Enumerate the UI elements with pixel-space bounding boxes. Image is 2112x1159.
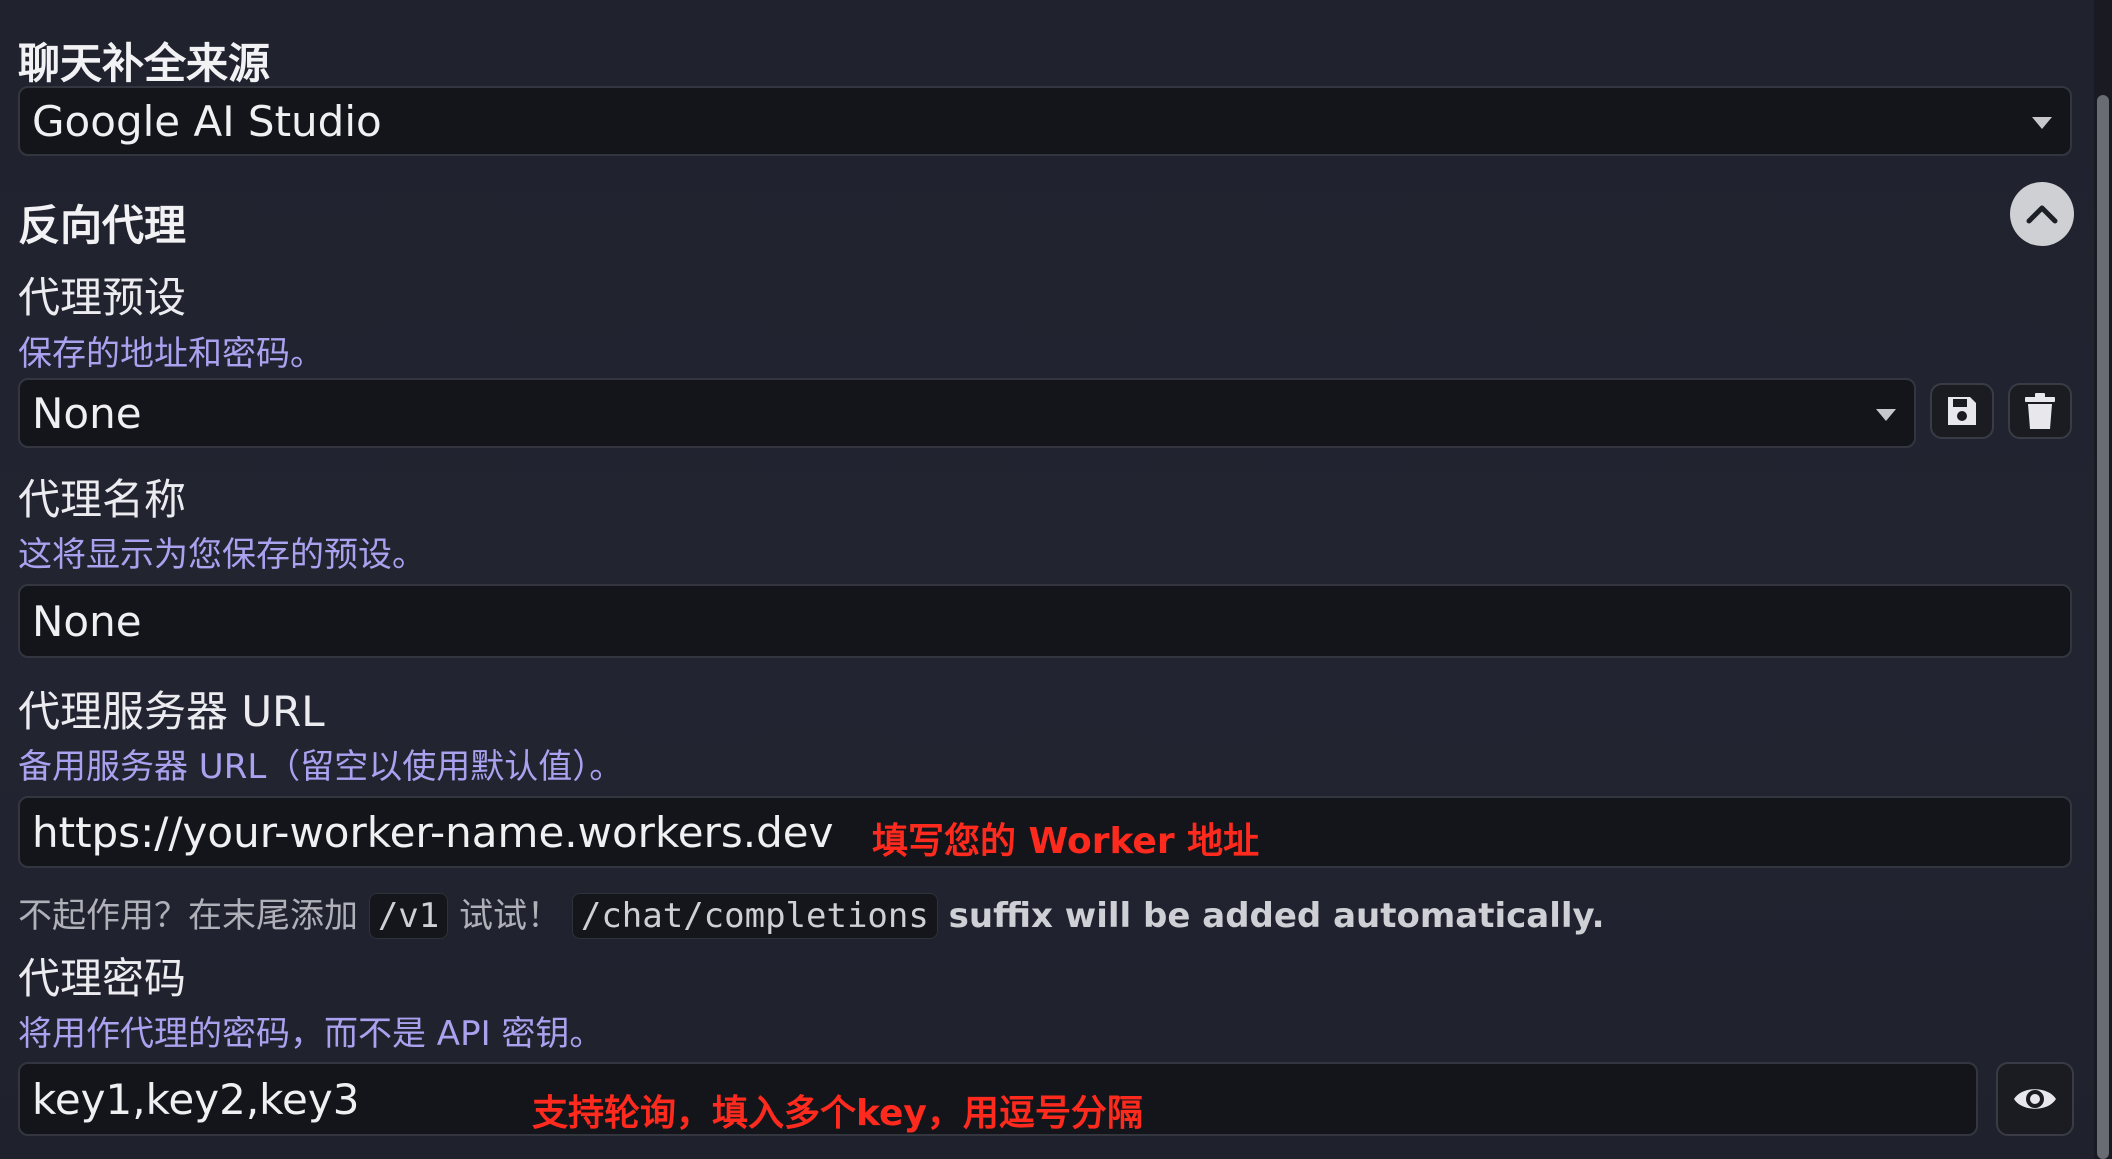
proxy-name-hint: 这将显示为您保存的预设。 [18,535,426,575]
settings-panel: 聊天补全来源 Google AI Studio 反向代理 代理预设 保存的地址和… [0,0,2094,1159]
chevron-up-icon [2026,205,2058,224]
chat-source-select[interactable]: Google AI Studio [18,86,2072,156]
reveal-password-button[interactable] [1996,1062,2074,1136]
trash-icon [2025,393,2055,429]
reverse-proxy-title: 反向代理 [18,201,187,250]
url-note-code-v1: /v1 [368,893,449,939]
proxy-password-label: 代理密码 [18,954,187,1003]
scrollbar-thumb[interactable] [2097,95,2109,1159]
save-preset-button[interactable] [1930,383,1994,439]
proxy-name-value: None [32,596,142,646]
proxy-password-value: key1,key2,key3 [32,1074,360,1124]
delete-preset-button[interactable] [2008,383,2072,439]
chat-source-title: 聊天补全来源 [18,39,271,88]
proxy-url-annotation: 填写您的 Worker 地址 [872,821,1260,862]
proxy-url-value: https://your-worker-name.workers.dev [32,807,834,857]
url-note-code-completions: /chat/completions [571,893,938,939]
proxy-url-label: 代理服务器 URL [18,687,325,736]
url-note-middle: 试试！ [459,896,562,936]
url-note-prefix: 不起作用？在末尾添加 [18,896,358,936]
proxy-name-input[interactable]: None [18,584,2072,658]
proxy-preset-selected: None [32,388,142,438]
proxy-url-note: 不起作用？在末尾添加 /v1 试试！ /chat/completions suf… [18,888,1605,939]
url-note-suffix: suffix will be added automatically. [948,896,1605,936]
floppy-disk-icon [1948,397,1976,425]
chevron-down-icon [2032,117,2052,129]
proxy-preset-select[interactable]: None [18,378,1916,448]
proxy-password-annotation: 支持轮询，填入多个key，用逗号分隔 [532,1093,1143,1134]
chevron-down-icon [1876,409,1896,421]
chat-source-selected: Google AI Studio [32,96,382,146]
eye-icon [2014,1089,2056,1109]
proxy-url-hint: 备用服务器 URL（留空以使用默认值）。 [18,747,624,787]
proxy-preset-hint: 保存的地址和密码。 [18,334,324,374]
collapse-toggle-button[interactable] [2010,182,2074,246]
proxy-name-label: 代理名称 [18,475,187,524]
proxy-password-hint: 将用作代理的密码，而不是 API 密钥。 [18,1014,604,1054]
proxy-preset-label: 代理预设 [18,273,187,322]
